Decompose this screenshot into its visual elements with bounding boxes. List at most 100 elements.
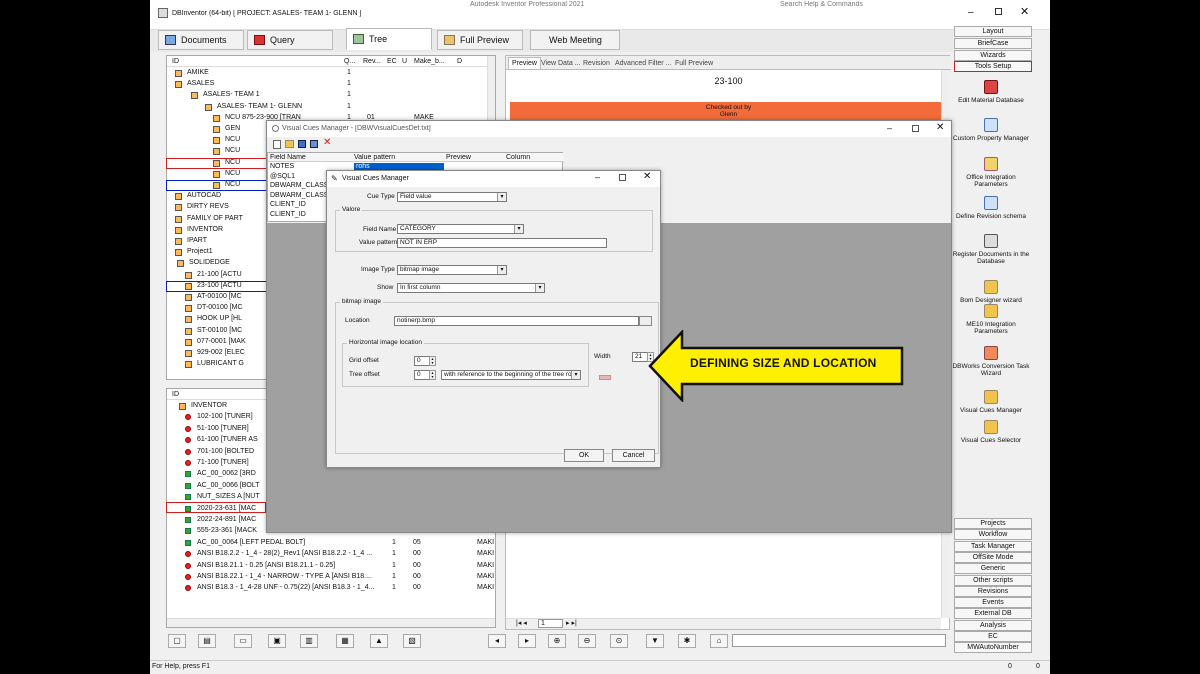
page-number[interactable]: 1 <box>538 619 563 628</box>
nav-revisions-button[interactable]: Revisions <box>954 585 1032 597</box>
list-row[interactable]: AC_00_0064 [LEFT PEDAL BOLT] 1 05 MAKI <box>167 538 495 549</box>
tab-query[interactable]: Query <box>247 30 333 50</box>
new-doc-icon[interactable]: ▢ <box>168 634 186 648</box>
list-row[interactable]: ANSI B18.22.1 - 1_4 - NARROW - TYPE A [A… <box>167 572 495 583</box>
office-integration-icon <box>984 157 998 171</box>
save-as-icon[interactable] <box>310 140 318 148</box>
tab-full-preview[interactable]: Full Preview <box>437 30 523 50</box>
nav-external-db-button[interactable]: External DB <box>954 608 1032 620</box>
tree-row[interactable]: ASALES- TEAM 1- GLENN 1 <box>167 102 495 113</box>
tab-view-data[interactable]: View Data ... <box>538 58 584 69</box>
list-row[interactable]: ANSI B18.2.2 - 1_4 - 28(2)_Rev1 [ANSI B1… <box>167 549 495 560</box>
custom-property-manager-tool[interactable]: Custom Property Manager <box>950 118 1032 142</box>
tree-row[interactable]: ASALES 1 <box>167 79 495 90</box>
ok-button[interactable]: OK <box>564 449 604 462</box>
vcm-dialog-maximize-icon[interactable] <box>619 174 626 181</box>
filter-icon[interactable]: ▼ <box>646 634 664 648</box>
preview-hscrollbar[interactable]: |◂ ◂ 1 ▸ ▸| <box>506 618 941 629</box>
tab-web-meeting[interactable]: Web Meeting <box>530 30 620 50</box>
nav-first-icon[interactable]: ◂ <box>488 634 506 648</box>
bottom-search-input[interactable] <box>732 634 946 647</box>
zoom-fit-icon[interactable]: ⊙ <box>610 634 628 648</box>
nav-generic-button[interactable]: Generic <box>954 563 1032 575</box>
new-icon[interactable] <box>273 140 281 149</box>
tab-documents[interactable]: Documents <box>158 30 244 50</box>
tree-row-label: NCU <box>225 169 241 177</box>
highlight-red-row <box>166 158 268 169</box>
minimize-icon[interactable]: – <box>968 7 974 18</box>
table-icon[interactable]: ▤ <box>198 634 216 648</box>
settings-icon[interactable]: ✱ <box>678 634 696 648</box>
tab-preview[interactable]: Preview <box>508 57 541 70</box>
vcm-outer-minimize-icon[interactable]: – <box>887 123 892 133</box>
browse-button[interactable] <box>639 316 652 326</box>
maximize-icon[interactable] <box>995 8 1002 15</box>
delete-icon[interactable]: ✕ <box>323 137 331 148</box>
me10-integration-tool[interactable]: ME10 Integration Parameters <box>950 304 1032 335</box>
tree-row[interactable]: AMIKE 1 <box>167 68 495 79</box>
tools-setup-button[interactable]: Tools Setup <box>954 61 1032 72</box>
tree-reference-select[interactable]: with reference to the beginning of the t… <box>441 370 581 380</box>
wizards-button[interactable]: Wizards <box>954 50 1032 61</box>
tree-row[interactable]: ASALES- TEAM 1 1 <box>167 90 495 101</box>
visual-cues-selector-tool[interactable]: Visual Cues Selector <box>950 420 1032 444</box>
vcm-dialog-icon: ✎ <box>331 174 338 183</box>
nav-projects-button[interactable]: Projects <box>954 518 1032 529</box>
office-integration-tool[interactable]: Office Integration Parameters <box>950 157 1032 188</box>
nav-events-button[interactable]: Events <box>954 597 1032 609</box>
list-row[interactable]: ANSI B18.21.1 - 0.25 [ANSI B18.21.1 - 0.… <box>167 561 495 572</box>
dbworks-conversion-tool[interactable]: DBWorks Conversion Task Wizard <box>950 346 1032 377</box>
tab-tree[interactable]: Tree <box>346 28 432 50</box>
edit-material-database-tool[interactable]: Edit Material Database <box>950 80 1032 104</box>
nav-mwautonumber-button[interactable]: MWAutoNumber <box>954 642 1032 654</box>
open-icon[interactable] <box>285 140 294 148</box>
image-type-select[interactable]: bitmap image <box>397 265 507 275</box>
zoom-in-icon[interactable]: ⊕ <box>548 634 566 648</box>
folder-icon[interactable]: ▭ <box>234 634 252 648</box>
show-select[interactable]: In first column <box>397 283 545 293</box>
nav-ec-button[interactable]: EC <box>954 631 1032 642</box>
value-pattern-input[interactable]: NOT IN ERP <box>397 238 607 248</box>
nav-other-scripts-button[interactable]: Other scripts <box>954 574 1032 586</box>
tab-revision[interactable]: Revision <box>580 58 613 69</box>
field-name-select[interactable]: CATEGORY <box>397 224 524 234</box>
paste-icon[interactable]: ▥ <box>300 634 318 648</box>
stamp-icon[interactable]: ▲ <box>370 634 388 648</box>
layout-button[interactable]: Layout <box>954 26 1032 37</box>
help-search[interactable]: Search Help & Commands <box>780 1 863 8</box>
vcm-dialog-minimize-icon[interactable]: – <box>595 172 600 182</box>
copy-icon[interactable]: ▣ <box>268 634 286 648</box>
status-text: For Help, press F1 <box>152 663 210 670</box>
vcm-outer-close-icon[interactable]: ✕ <box>936 122 944 133</box>
close-icon[interactable]: ✕ <box>1020 5 1029 18</box>
visual-cues-manager-tool[interactable]: Visual Cues Manager <box>950 390 1032 414</box>
cue-type-select[interactable]: Field value <box>397 192 507 202</box>
list-row[interactable]: ANSI B18.3 - 1_4-28 UNF - 0.75(22) [ANSI… <box>167 583 495 594</box>
nav-prev-icon[interactable]: ▸ <box>518 634 536 648</box>
register-documents-tool[interactable]: Register Documents in the Database <box>950 234 1032 265</box>
home-icon[interactable]: ⌂ <box>710 634 728 648</box>
nav-analysis-button[interactable]: Analysis <box>954 619 1032 631</box>
cancel-button[interactable]: Cancel <box>612 449 655 462</box>
vcm-dialog-close-icon[interactable]: ✕ <box>643 171 651 182</box>
location-input[interactable]: notinerp.bmp <box>394 316 639 326</box>
tab-advanced-filter[interactable]: Advanced Filter ... <box>612 58 674 69</box>
bottom-hscrollbar[interactable] <box>167 618 495 627</box>
bom-designer-tool[interactable]: Bom Designer wizard <box>950 280 1032 304</box>
save-icon[interactable] <box>298 140 306 148</box>
cue-type-label: Cue Type <box>367 193 395 200</box>
tab-full-preview-sub[interactable]: Full Preview <box>672 58 716 69</box>
grid-offset-spinner[interactable]: ▴ ▾ <box>429 356 436 366</box>
print-icon[interactable]: ▦ <box>336 634 354 648</box>
page-nav-last[interactable]: ▸ ▸| <box>566 619 577 627</box>
briefcase-button[interactable]: BriefCase <box>954 38 1032 49</box>
zoom-out-icon[interactable]: ⊖ <box>578 634 596 648</box>
vcm-outer-maximize-icon[interactable] <box>912 125 919 132</box>
select-icon[interactable]: ▧ <box>403 634 421 648</box>
page-nav-first[interactable]: |◂ ◂ <box>516 619 527 627</box>
nav-workflow-button[interactable]: Workflow <box>954 529 1032 541</box>
nav-offsite-mode-button[interactable]: OffSite Mode <box>954 551 1032 563</box>
tree-offset-spinner[interactable]: ▴ ▾ <box>429 370 436 380</box>
nav-task-manager-button[interactable]: Task Manager <box>954 540 1032 552</box>
define-revision-schema-tool[interactable]: Define Revision schema <box>950 196 1032 220</box>
